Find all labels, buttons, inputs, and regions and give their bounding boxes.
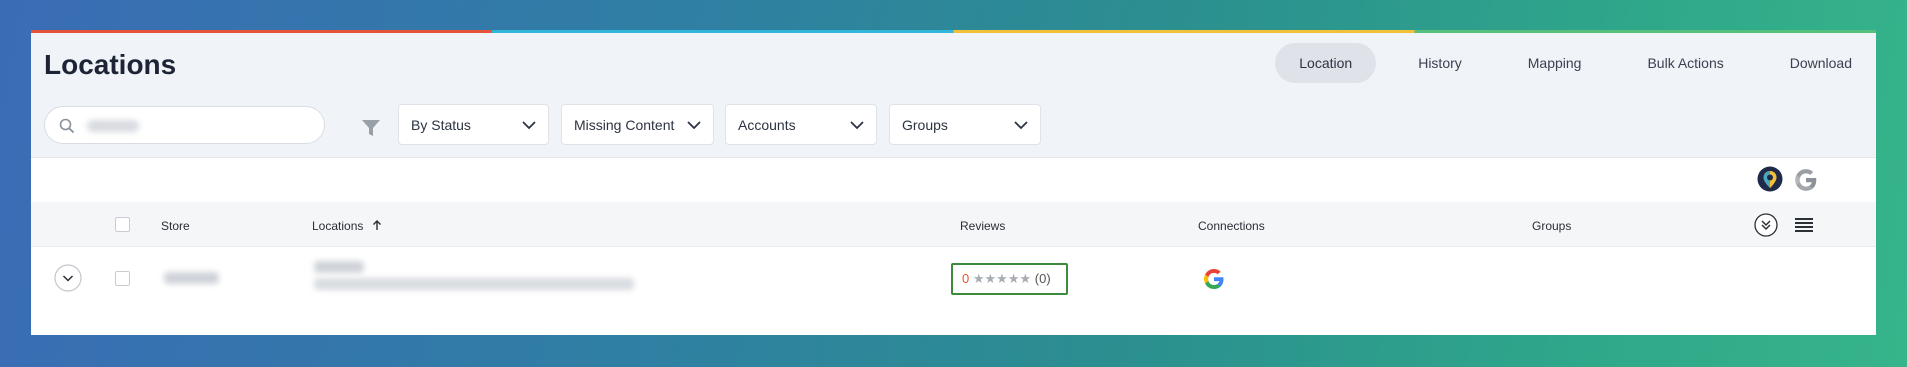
column-locations-label: Locations bbox=[312, 219, 364, 233]
chevron-down-icon bbox=[850, 121, 864, 130]
row-expand-chevron-icon[interactable] bbox=[54, 264, 82, 292]
groups-dropdown[interactable]: Groups bbox=[889, 104, 1041, 145]
source-logos-row bbox=[31, 158, 1876, 202]
arrow-up-icon bbox=[372, 220, 381, 230]
search-input[interactable] bbox=[44, 106, 325, 144]
nav-history[interactable]: History bbox=[1394, 43, 1486, 83]
groups-dropdown-label: Groups bbox=[902, 117, 948, 133]
nav-bulk-actions[interactable]: Bulk Actions bbox=[1623, 43, 1747, 83]
table-row: 0 ★★★★★ (0) bbox=[31, 248, 1876, 335]
accounts-dropdown-label: Accounts bbox=[738, 117, 796, 133]
column-groups[interactable]: Groups bbox=[1532, 219, 1571, 233]
locations-panel: Locations Location History Mapping Bulk … bbox=[31, 30, 1876, 335]
header: Locations Location History Mapping Bulk … bbox=[31, 33, 1876, 158]
table-header: Store Locations Reviews Connections Grou… bbox=[31, 202, 1876, 247]
chevron-down-icon bbox=[687, 121, 701, 130]
location-address-blurred bbox=[314, 278, 634, 290]
column-connections[interactable]: Connections bbox=[1198, 219, 1265, 233]
google-icon[interactable] bbox=[1202, 267, 1226, 291]
nav-download[interactable]: Download bbox=[1766, 43, 1876, 83]
store-value-blurred bbox=[164, 272, 219, 284]
page-title: Locations bbox=[44, 49, 177, 80]
google-grey-icon[interactable] bbox=[1793, 167, 1819, 193]
top-nav: Location History Mapping Bulk Actions Do… bbox=[1257, 43, 1876, 83]
column-locations[interactable]: Locations bbox=[312, 219, 382, 233]
column-store[interactable]: Store bbox=[161, 219, 190, 233]
expand-all-icon[interactable] bbox=[1754, 213, 1778, 237]
status-dropdown-label: By Status bbox=[411, 117, 471, 133]
review-summary[interactable]: 0 ★★★★★ (0) bbox=[951, 263, 1068, 295]
missing-content-dropdown-label: Missing Content bbox=[574, 117, 675, 133]
select-all-checkbox[interactable] bbox=[115, 217, 130, 232]
map-pin-logo-icon[interactable] bbox=[1757, 166, 1783, 194]
column-menu-icon[interactable] bbox=[1795, 218, 1813, 232]
star-rating-icon: ★★★★★ bbox=[972, 271, 1032, 286]
filter-icon[interactable] bbox=[361, 118, 381, 138]
missing-content-dropdown[interactable]: Missing Content bbox=[561, 104, 714, 145]
nav-mapping[interactable]: Mapping bbox=[1504, 43, 1606, 83]
search-icon bbox=[59, 118, 75, 134]
nav-location[interactable]: Location bbox=[1275, 43, 1377, 83]
status-dropdown[interactable]: By Status bbox=[398, 104, 549, 145]
row-checkbox[interactable] bbox=[115, 271, 130, 286]
review-score: 0 bbox=[962, 271, 970, 286]
accounts-dropdown[interactable]: Accounts bbox=[725, 104, 877, 145]
chevron-down-icon bbox=[1014, 121, 1028, 130]
location-name-blurred[interactable] bbox=[314, 261, 364, 273]
review-count: (0) bbox=[1034, 271, 1051, 286]
search-value-blurred bbox=[87, 120, 139, 132]
column-reviews[interactable]: Reviews bbox=[960, 219, 1005, 233]
chevron-down-icon bbox=[522, 121, 536, 130]
